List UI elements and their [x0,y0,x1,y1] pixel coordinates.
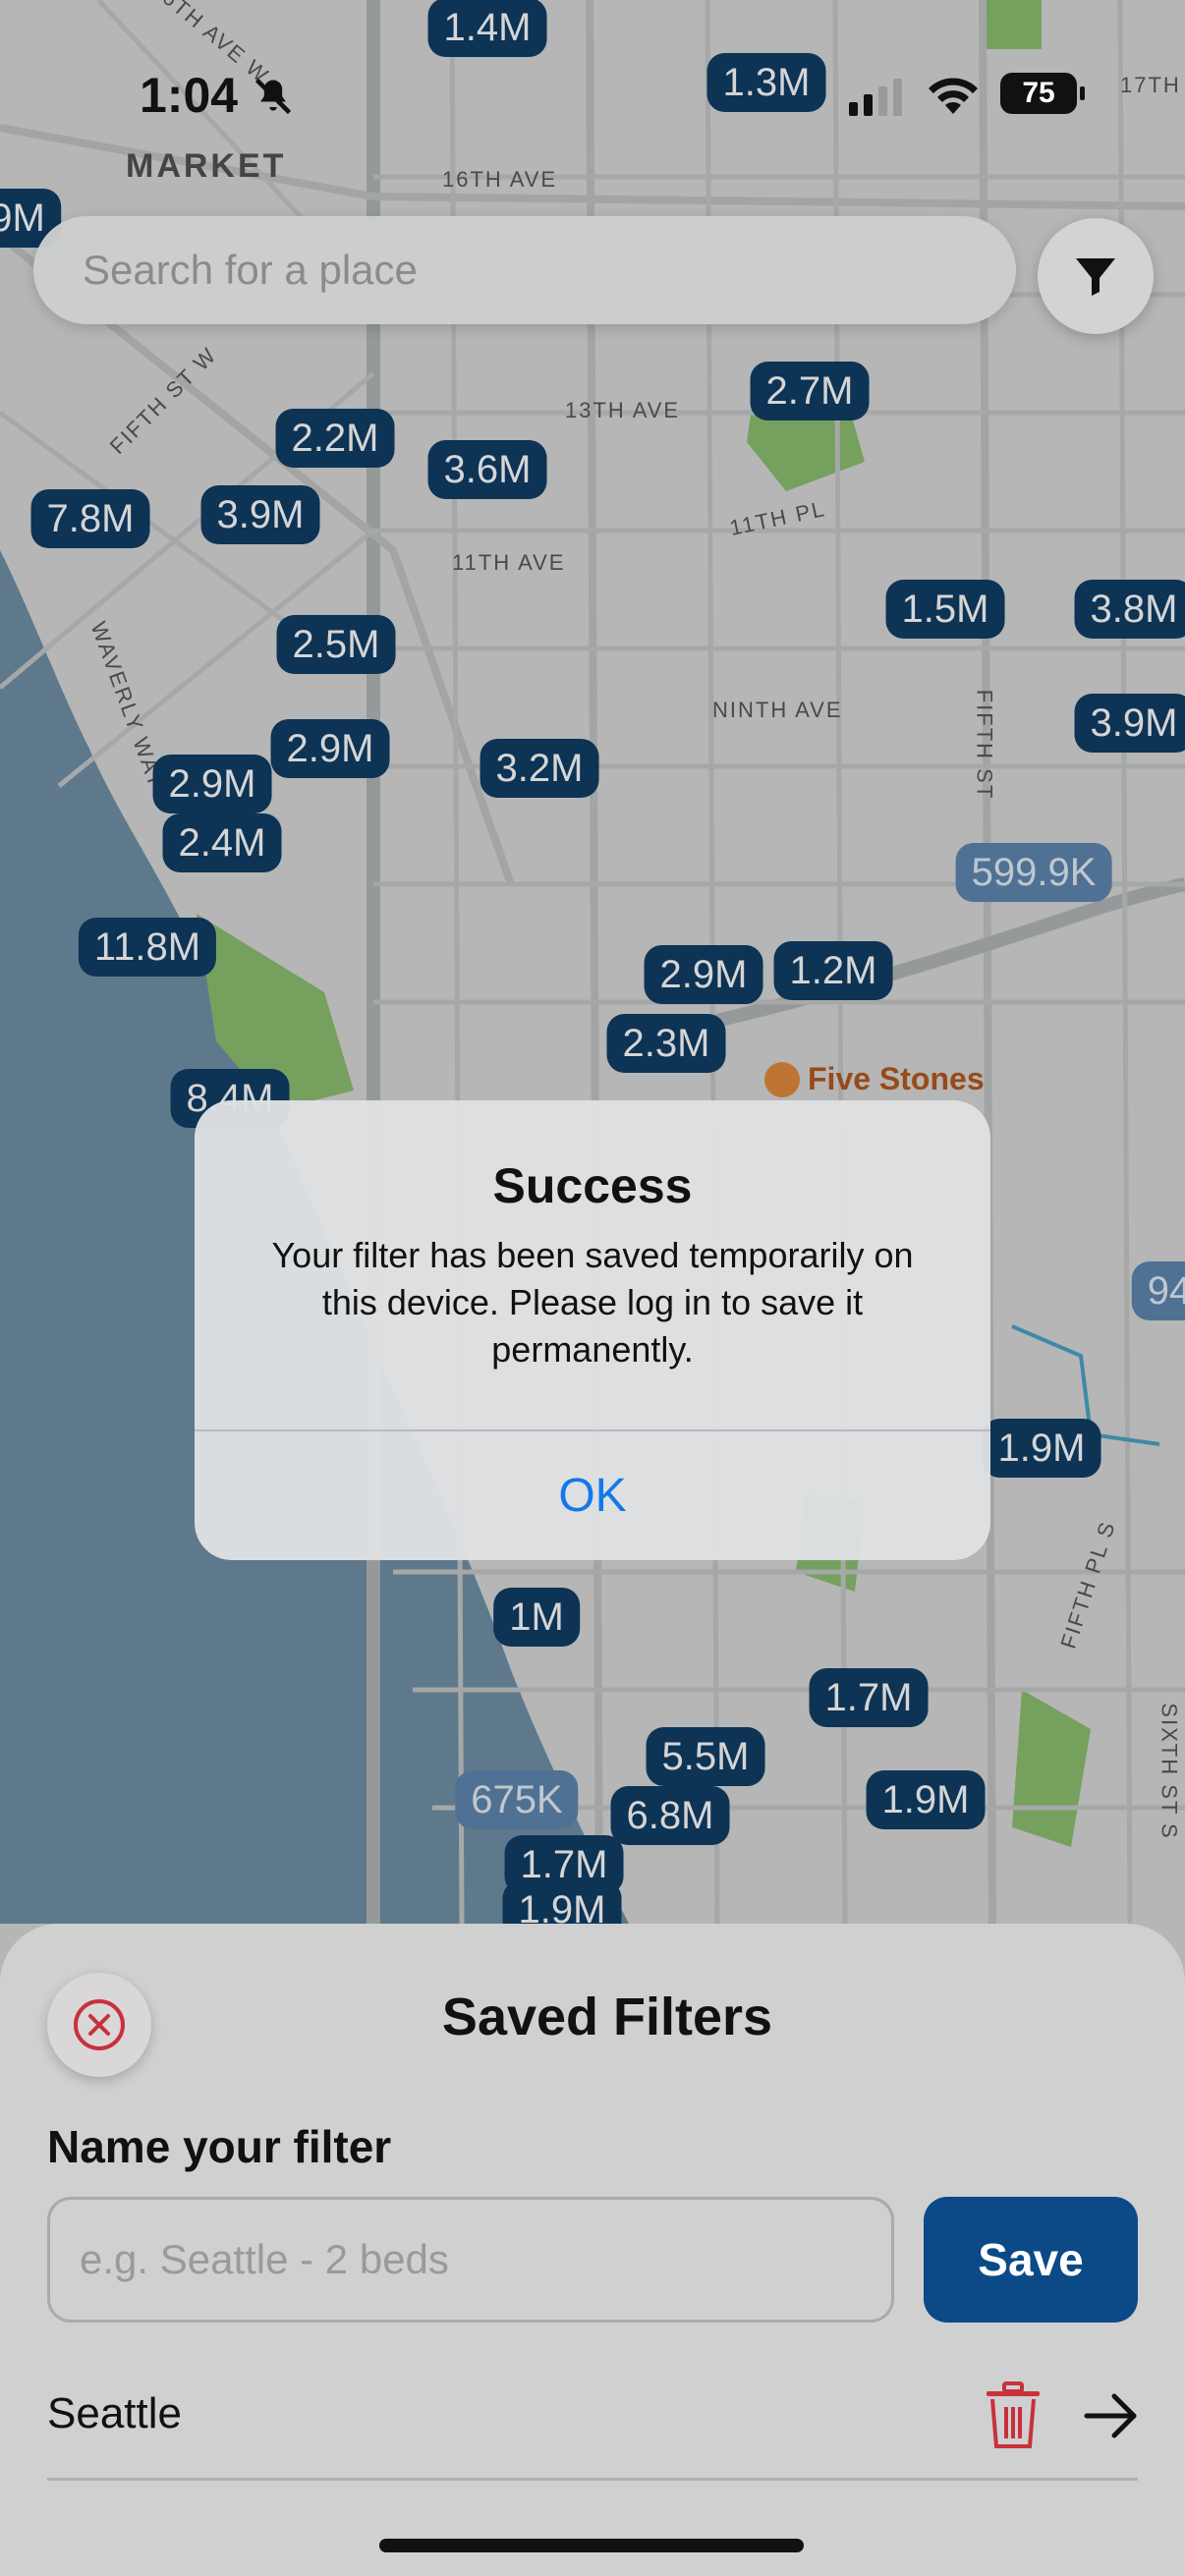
silent-bell-icon [254,78,292,115]
saved-filter-row[interactable]: Seattle [47,2356,1138,2481]
filter-name-input[interactable] [47,2197,894,2323]
saved-filters-sheet: Saved Filters Name your filter Save Seat… [0,1924,1185,2576]
battery-indicator: 75 [1000,73,1085,114]
trash-icon[interactable] [983,2381,1044,2450]
search-bar[interactable] [33,216,1016,324]
alert-ok-button[interactable]: OK [195,1431,990,1560]
status-time: 1:04 [140,68,239,123]
alert-title: Success [492,1158,693,1213]
success-alert: Success Your filter has been saved tempo… [195,1100,990,1560]
map-place-label: MARKET [126,147,287,185]
filter-name-label: Name your filter [47,2121,392,2172]
alert-message: Your filter has been saved temporarily o… [271,1235,914,1370]
arrow-right-icon[interactable] [1081,2385,1142,2446]
filter-button[interactable] [1038,218,1154,334]
saved-filter-name: Seattle [47,2389,182,2437]
save-button[interactable]: Save [924,2197,1138,2323]
wifi-icon [929,78,978,114]
screen: 16TH AVE 13TH AVE 11TH AVE 11TH PL NINTH… [0,0,1185,2576]
filter-icon [1076,258,1115,296]
sheet-title: Saved Filters [441,1988,773,2046]
home-indicator [379,2539,804,2552]
status-bar: 1:04 75 MARKET [0,0,1185,187]
cellular-signal-icon [849,79,902,116]
search-input[interactable] [81,246,1016,295]
